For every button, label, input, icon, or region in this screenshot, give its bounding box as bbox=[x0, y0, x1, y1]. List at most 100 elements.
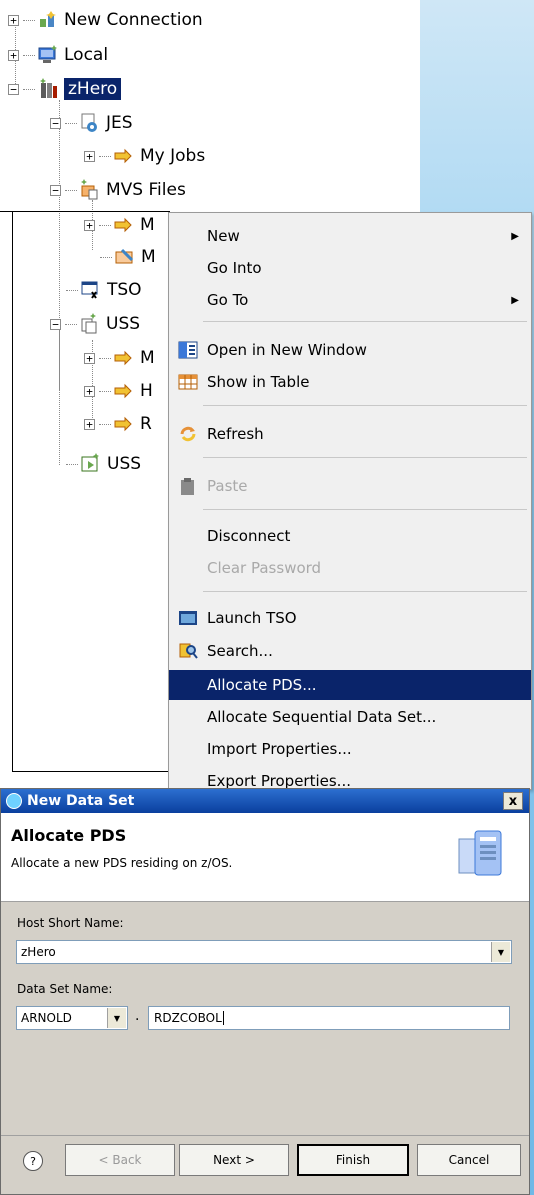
cancel-button[interactable]: Cancel bbox=[417, 1144, 521, 1176]
tree-item-label: New Connection bbox=[64, 10, 203, 30]
tree-item-jes[interactable]: − JES bbox=[50, 110, 133, 136]
data-set-name-input[interactable]: RDZCOBOL bbox=[148, 1006, 510, 1030]
tree-item-label-selected: zHero bbox=[64, 78, 122, 100]
text-cursor bbox=[222, 1011, 224, 1025]
menu-item-launch-tso[interactable]: Launch TSO bbox=[169, 603, 531, 633]
dialog-titlebar[interactable]: New Data Set x bbox=[1, 789, 529, 813]
data-set-name-label: Data Set Name: bbox=[17, 982, 113, 996]
tree-item-label: USS bbox=[107, 454, 142, 474]
expand-icon[interactable]: + bbox=[84, 385, 95, 397]
tree-item-label: R bbox=[140, 414, 152, 434]
submenu-arrow-icon: ▶ bbox=[511, 294, 519, 306]
tree-item-new-connection[interactable]: + New Connection bbox=[8, 7, 203, 33]
expand-icon[interactable]: + bbox=[84, 219, 95, 231]
menu-item-go-into[interactable]: Go Into bbox=[169, 253, 531, 283]
menu-separator bbox=[203, 591, 527, 592]
tree-item-uss-shell[interactable]: USS bbox=[66, 451, 141, 477]
menu-item-import-properties[interactable]: Import Properties... bbox=[169, 734, 531, 764]
menu-separator bbox=[203, 321, 527, 322]
menu-separator bbox=[203, 509, 527, 510]
expand-icon[interactable]: + bbox=[8, 14, 19, 26]
retrieve-dataset-icon bbox=[114, 246, 136, 268]
new-connection-icon bbox=[37, 9, 59, 31]
refresh-icon bbox=[177, 423, 199, 445]
tree-item-uss-filter-1[interactable]: + M bbox=[84, 345, 155, 371]
tree-item-uss-filter-3[interactable]: + R bbox=[84, 411, 152, 437]
tree-item-local[interactable]: + Local bbox=[8, 42, 108, 68]
finish-button[interactable]: Finish bbox=[297, 1144, 409, 1176]
menu-item-export-properties[interactable]: Export Properties... bbox=[169, 766, 531, 789]
search-icon bbox=[177, 640, 199, 662]
collapse-icon[interactable]: − bbox=[50, 117, 61, 129]
expand-icon[interactable]: + bbox=[84, 418, 95, 430]
menu-separator bbox=[203, 405, 527, 406]
menu-item-label: Go To bbox=[207, 291, 249, 309]
context-menu: New ▶ Go Into Go To ▶ Open in New Window… bbox=[168, 212, 532, 790]
help-icon[interactable]: ? bbox=[23, 1151, 43, 1171]
dialog-app-icon bbox=[6, 793, 22, 809]
filter-icon bbox=[113, 347, 135, 369]
zos-system-icon bbox=[37, 78, 59, 100]
dialog-header-title: Allocate PDS bbox=[11, 826, 127, 845]
menu-item-show-in-table[interactable]: Show in Table bbox=[169, 367, 531, 397]
expand-icon[interactable]: + bbox=[8, 49, 19, 61]
tree-item-label: M bbox=[141, 247, 156, 267]
close-button[interactable]: x bbox=[503, 792, 523, 810]
menu-item-label: Paste bbox=[207, 477, 248, 495]
menu-item-new[interactable]: New ▶ bbox=[169, 221, 531, 251]
tree-item-zhero[interactable]: − zHero bbox=[8, 76, 122, 102]
menu-item-open-new-window[interactable]: Open in New Window bbox=[169, 335, 531, 365]
tree-item-label: My Jobs bbox=[140, 146, 206, 166]
menu-item-refresh[interactable]: Refresh bbox=[169, 419, 531, 449]
menu-item-search[interactable]: Search... bbox=[169, 636, 531, 666]
filter-icon bbox=[113, 145, 135, 167]
tree-item-tso[interactable]: TSO bbox=[66, 277, 142, 303]
window-border bbox=[12, 771, 168, 772]
menu-item-label: Launch TSO bbox=[207, 609, 297, 627]
tree-item-uss-filter-2[interactable]: + H bbox=[84, 378, 153, 404]
back-button[interactable]: < Back bbox=[65, 1144, 175, 1176]
table-icon bbox=[177, 371, 199, 393]
expand-icon[interactable]: + bbox=[84, 150, 95, 162]
host-short-name-label: Host Short Name: bbox=[17, 916, 124, 930]
chevron-down-icon[interactable]: ▼ bbox=[491, 942, 510, 962]
dialog-header-description: Allocate a new PDS residing on z/OS. bbox=[11, 856, 233, 870]
menu-item-allocate-sequential[interactable]: Allocate Sequential Data Set... bbox=[169, 702, 531, 732]
menu-item-clear-password[interactable]: Clear Password bbox=[169, 553, 531, 583]
menu-item-disconnect[interactable]: Disconnect bbox=[169, 521, 531, 551]
expand-icon[interactable]: + bbox=[84, 352, 95, 364]
menu-item-label: Clear Password bbox=[207, 559, 322, 577]
filter-icon bbox=[113, 214, 135, 236]
uss-files-icon bbox=[79, 313, 101, 335]
collapse-icon[interactable]: − bbox=[50, 184, 61, 196]
tree-item-label: TSO bbox=[107, 280, 142, 300]
tree-item-mvs-files[interactable]: − MVS Files bbox=[50, 177, 186, 203]
high-level-qualifier-combo[interactable]: ARNOLD ▼ bbox=[16, 1006, 128, 1030]
chevron-down-icon[interactable]: ▼ bbox=[107, 1008, 126, 1028]
host-short-name-combo[interactable]: zHero ▼ bbox=[16, 940, 512, 964]
menu-item-label: Show in Table bbox=[207, 373, 310, 391]
collapse-icon[interactable]: − bbox=[50, 318, 61, 330]
tree-item-my-jobs[interactable]: + My Jobs bbox=[84, 143, 205, 169]
menu-item-go-to[interactable]: Go To ▶ bbox=[169, 285, 531, 315]
tree-item-uss-files[interactable]: − USS bbox=[50, 311, 140, 337]
mvs-files-icon bbox=[79, 179, 101, 201]
next-button[interactable]: Next > bbox=[179, 1144, 289, 1176]
tree-item-mvs-filter[interactable]: + M bbox=[84, 212, 155, 238]
tree-item-label: M bbox=[140, 348, 155, 368]
tree-item-label: Local bbox=[64, 45, 109, 65]
tree-item-label: MVS Files bbox=[106, 180, 186, 200]
submenu-arrow-icon: ▶ bbox=[511, 230, 519, 242]
menu-item-label: Go Into bbox=[207, 259, 262, 277]
menu-item-paste[interactable]: Paste bbox=[169, 471, 531, 501]
tree-item-retrieved-datasets[interactable]: M bbox=[100, 244, 156, 270]
tree-item-label: M bbox=[140, 215, 155, 235]
filter-icon bbox=[113, 380, 135, 402]
menu-item-allocate-pds[interactable]: Allocate PDS... bbox=[169, 670, 531, 700]
menu-item-label: New bbox=[207, 227, 240, 245]
new-window-icon bbox=[177, 339, 199, 361]
collapse-icon[interactable]: − bbox=[8, 83, 19, 95]
filter-icon bbox=[113, 413, 135, 435]
jes-icon bbox=[79, 112, 101, 134]
tso-icon bbox=[80, 279, 102, 301]
